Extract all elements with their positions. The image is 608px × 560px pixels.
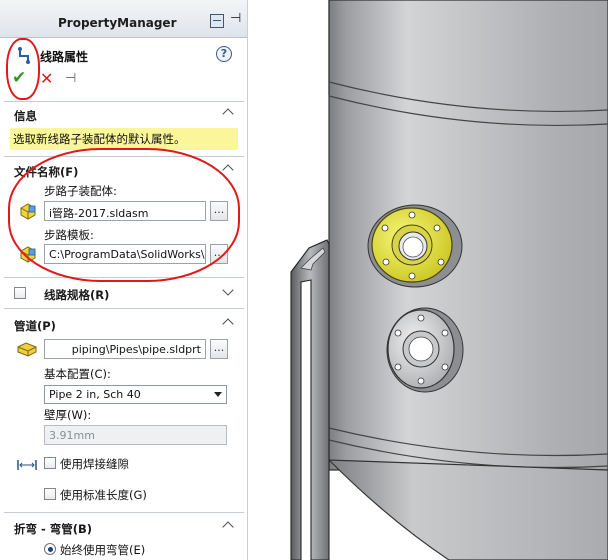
dropdown-arrow-icon [214,392,222,397]
feature-name: 线路属性 [40,50,89,64]
keep-visible-pin-icon[interactable]: ⊣ [65,71,76,86]
pipe-group-title: 管道(P) [14,319,56,333]
chevron-down-icon[interactable] [224,286,232,294]
help-icon[interactable]: ? [216,46,232,62]
route-assembly-browse-button[interactable]: ... [210,201,228,221]
route-assembly-label: 步路子装配体: [44,184,117,198]
route-spec-group-title: 线路规格(R) [44,288,110,302]
divider [4,277,244,278]
route-template-field[interactable]: C:\ProgramData\SolidWorks\SO [44,244,206,264]
use-standard-length-checkbox[interactable] [44,488,56,500]
file-name-group-title: 文件名称(F) [14,165,79,179]
use-standard-length-label: 使用标准长度(G) [60,488,147,502]
pin-icon[interactable]: ⊣ [230,11,241,26]
split-panel-icon[interactable] [210,14,224,28]
chevron-up-icon[interactable] [224,106,232,118]
route-spec-checkbox[interactable] [14,287,26,299]
pipe-file-browse-button[interactable]: ... [210,339,228,359]
chevron-up-icon[interactable] [224,519,232,531]
divider [4,101,244,102]
divider [4,308,244,309]
always-use-elbow-radio[interactable] [44,543,56,555]
wall-thickness-field: 3.91mm [44,425,227,445]
route-properties-icon [18,47,30,64]
pipe-file-field[interactable]: piping\Pipes\pipe.sldprt [44,339,206,359]
use-weld-gap-checkbox[interactable] [44,457,56,469]
chevron-up-icon[interactable] [224,162,232,174]
basic-config-value: Pipe 2 in, Sch 40 [49,388,141,401]
always-use-elbow-label: 始终使用弯管(E) [60,543,146,557]
assembly-template-icon [20,246,36,263]
route-template-browse-button[interactable]: ... [210,244,228,264]
bend-group-title: 折弯 - 弯管(B) [14,522,93,536]
pipe-part-icon [17,342,37,357]
graphics-viewport[interactable] [249,0,608,560]
route-assembly-field[interactable]: i管路-2017.sldasm [44,201,206,221]
property-manager-panel: PropertyManager ⊣ 线路属性 ? ✔ ✕ ⊣ 信息 选取新线路子… [0,0,248,560]
weld-gap-icon [17,460,37,470]
divider [4,512,244,513]
basic-config-label: 基本配置(C): [44,367,111,381]
ok-button[interactable]: ✔ [12,68,26,88]
panel-controls: ⊣ [210,11,244,28]
info-message: 选取新线路子装配体的默认属性。 [10,128,238,150]
chevron-up-icon[interactable] [224,316,232,328]
divider [4,156,244,157]
pressure-vessel-model [290,0,608,560]
property-manager-titlebar: PropertyManager ⊣ [0,0,247,38]
wall-thickness-label: 壁厚(W): [44,408,92,422]
cancel-button[interactable]: ✕ [40,69,53,88]
panel-title: PropertyManager [58,16,177,30]
basic-config-select[interactable]: Pipe 2 in, Sch 40 [44,385,227,404]
info-group-title: 信息 [14,109,37,123]
route-template-label: 步路模板: [44,228,94,242]
use-weld-gap-label: 使用焊接缝隙 [60,457,129,471]
assembly-icon [20,203,36,220]
